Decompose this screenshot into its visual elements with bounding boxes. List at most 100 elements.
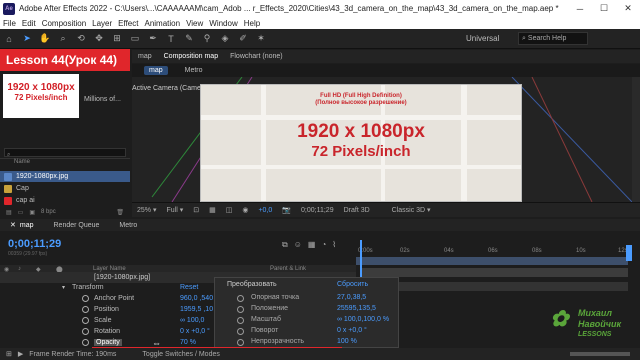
property-value[interactable]: 70 % — [180, 339, 196, 346]
subtab-metro[interactable]: Metro — [180, 66, 208, 75]
stopwatch-icon[interactable] — [82, 295, 89, 302]
menu-edit[interactable]: Edit — [19, 19, 39, 28]
menu-file[interactable]: File — [0, 19, 19, 28]
orbit-tool-icon[interactable]: ⟲ — [74, 32, 88, 46]
roto-brush-tool-icon[interactable]: ✐ — [236, 32, 250, 46]
view-select[interactable]: Classic 3D ▾ — [387, 206, 436, 215]
image-file-icon — [4, 172, 12, 181]
type-tool-icon[interactable]: T — [164, 32, 178, 46]
comp-flowchart-icon[interactable]: ⊞ — [6, 350, 12, 358]
mask-icon[interactable]: ◫ — [221, 206, 238, 214]
home-icon[interactable]: ⌂ — [2, 32, 16, 46]
chevron-down-icon[interactable]: ▾ — [62, 284, 65, 291]
ruler-label: 02s — [400, 248, 410, 254]
menu-help[interactable]: Help — [241, 19, 263, 28]
rectangle-tool-icon[interactable]: ▭ — [128, 32, 142, 46]
stopwatch-icon[interactable] — [82, 306, 89, 313]
menu-effect[interactable]: Effect — [115, 19, 141, 28]
column-header-name[interactable]: Name — [0, 159, 130, 169]
project-item[interactable]: 1920-1080px.jpg — [0, 171, 130, 182]
stopwatch-icon[interactable] — [82, 328, 89, 335]
draft-3d-icon[interactable]: ⧉ — [282, 240, 288, 250]
timeline-timecode[interactable]: 0;00;11;29 — [8, 238, 61, 250]
minimize-button[interactable]: ─ — [568, 0, 592, 17]
frame-blending-icon[interactable]: ▦ — [308, 240, 316, 250]
camera-tool-icon[interactable]: ✥ — [92, 32, 106, 46]
transform-reset-link[interactable]: Reset — [180, 284, 198, 291]
exposure-value[interactable]: +0,0 — [253, 207, 277, 214]
puppet-tool-icon[interactable]: ✶ — [254, 32, 268, 46]
work-area-bar[interactable] — [356, 257, 628, 265]
interpret-footage-icon[interactable]: ▤ — [6, 209, 12, 216]
project-footer: ▤ ▭ ▣ 8 bpc 🗑 — [0, 206, 130, 218]
eraser-tool-icon[interactable]: ◈ — [218, 32, 232, 46]
viewer-scrollbar[interactable] — [632, 77, 640, 202]
layer-track-bar[interactable] — [362, 282, 628, 291]
menu-composition[interactable]: Composition — [39, 19, 89, 28]
search-help-box[interactable]: ⌕ Search Help — [518, 32, 588, 45]
brush-tool-icon[interactable]: ✎ — [182, 32, 196, 46]
close-icon[interactable]: ✕ — [10, 221, 16, 229]
pen-tool-icon[interactable]: ✒ — [146, 32, 160, 46]
shy-icon[interactable]: ☺ — [294, 240, 302, 250]
close-button[interactable]: ✕ — [616, 0, 640, 17]
menu-layer[interactable]: Layer — [89, 19, 115, 28]
title-bar: Ae Adobe After Effects 2022 - C:\Users\.… — [0, 0, 640, 17]
subtab-map[interactable]: map — [144, 66, 168, 75]
map-small-text-1: Full HD (Full High Definition) — [320, 93, 402, 99]
selection-tool-icon[interactable]: ➤ — [20, 32, 34, 46]
menu-animation[interactable]: Animation — [141, 19, 183, 28]
maximize-button[interactable]: ☐ — [592, 0, 616, 17]
time-navigator-end[interactable] — [626, 245, 632, 261]
project-item[interactable]: cap ai — [0, 195, 130, 206]
project-item-name: 1920-1080px.jpg — [16, 173, 69, 180]
layer-track-bar[interactable] — [362, 268, 628, 277]
zoom-slider[interactable] — [570, 352, 630, 356]
layer-name[interactable]: [1920-1080px.jpg] — [94, 274, 150, 281]
bpc-label[interactable]: 8 bpc — [41, 209, 56, 215]
frame-render-time: Frame Render Time: 190ms — [29, 350, 117, 358]
property-value[interactable]: 0 x +0,0 ° — [180, 328, 210, 335]
time-ruler[interactable]: 0:00s 02s 04s 06s 08s 10s 12s — [356, 243, 640, 257]
workspace-label[interactable]: Universal — [466, 34, 499, 43]
property-value[interactable]: ∞ 100,0 — [180, 317, 204, 324]
tab-map-left[interactable]: map — [132, 50, 158, 63]
tab-render-queue[interactable]: Render Queue — [44, 219, 110, 231]
transparency-grid-icon[interactable]: ▦ — [204, 206, 221, 214]
motion-blur-icon[interactable]: ◔ — [321, 240, 326, 250]
graph-editor-icon[interactable]: ⌇ — [332, 240, 336, 250]
color-channels-icon[interactable]: ◉ — [237, 206, 253, 214]
zoom-select[interactable]: 25% ▾ — [132, 206, 161, 215]
clone-stamp-tool-icon[interactable]: ⚲ — [200, 32, 214, 46]
property-value[interactable]: 960,0 ,540 — [180, 295, 213, 302]
renderer-select[interactable]: Draft 3D — [339, 207, 375, 214]
menu-view[interactable]: View — [183, 19, 206, 28]
snapshot-icon[interactable]: 📷 — [277, 206, 296, 214]
resolution-select[interactable]: Full ▾ — [161, 206, 188, 215]
toggle-switches-modes[interactable]: Toggle Switches / Modes — [142, 351, 219, 358]
menu-window[interactable]: Window — [206, 19, 240, 28]
stopwatch-icon[interactable] — [82, 339, 89, 346]
project-item[interactable]: Cap — [0, 183, 130, 194]
project-search-input[interactable]: ⌕ — [4, 148, 126, 158]
new-comp-icon[interactable]: ▣ — [29, 209, 35, 216]
region-icon[interactable]: ⊡ — [188, 206, 204, 214]
overlay-header: Преобразовать — [227, 281, 277, 288]
property-value[interactable]: 1959,5 ,10 — [180, 306, 213, 313]
new-folder-icon[interactable]: ▭ — [18, 209, 24, 216]
viewer-timecode[interactable]: 0;00;11;29 — [296, 207, 339, 214]
render-icon[interactable]: ▶ — [18, 350, 23, 358]
stopwatch-icon[interactable] — [82, 317, 89, 324]
map-big-text-2: 72 Pixels/inch — [311, 143, 411, 160]
tab-composition-map[interactable]: Composition map — [158, 50, 224, 63]
tab-flowchart[interactable]: Flowchart (none) — [224, 50, 289, 63]
zoom-tool-icon[interactable]: ⌕ — [56, 32, 70, 46]
property-name: Scale — [94, 317, 112, 324]
tab-timeline-map[interactable]: ✕ map — [0, 219, 44, 231]
composition-viewer[interactable]: Active Camera (Camera 41) Full HD (Full … — [132, 77, 640, 202]
hand-tool-icon[interactable]: ✋ — [38, 32, 52, 46]
trash-icon[interactable]: 🗑 — [116, 209, 124, 216]
tab-timeline-metro[interactable]: Metro — [109, 219, 147, 231]
pan-behind-tool-icon[interactable]: ⊞ — [110, 32, 124, 46]
ruler-label: 06s — [488, 248, 498, 254]
